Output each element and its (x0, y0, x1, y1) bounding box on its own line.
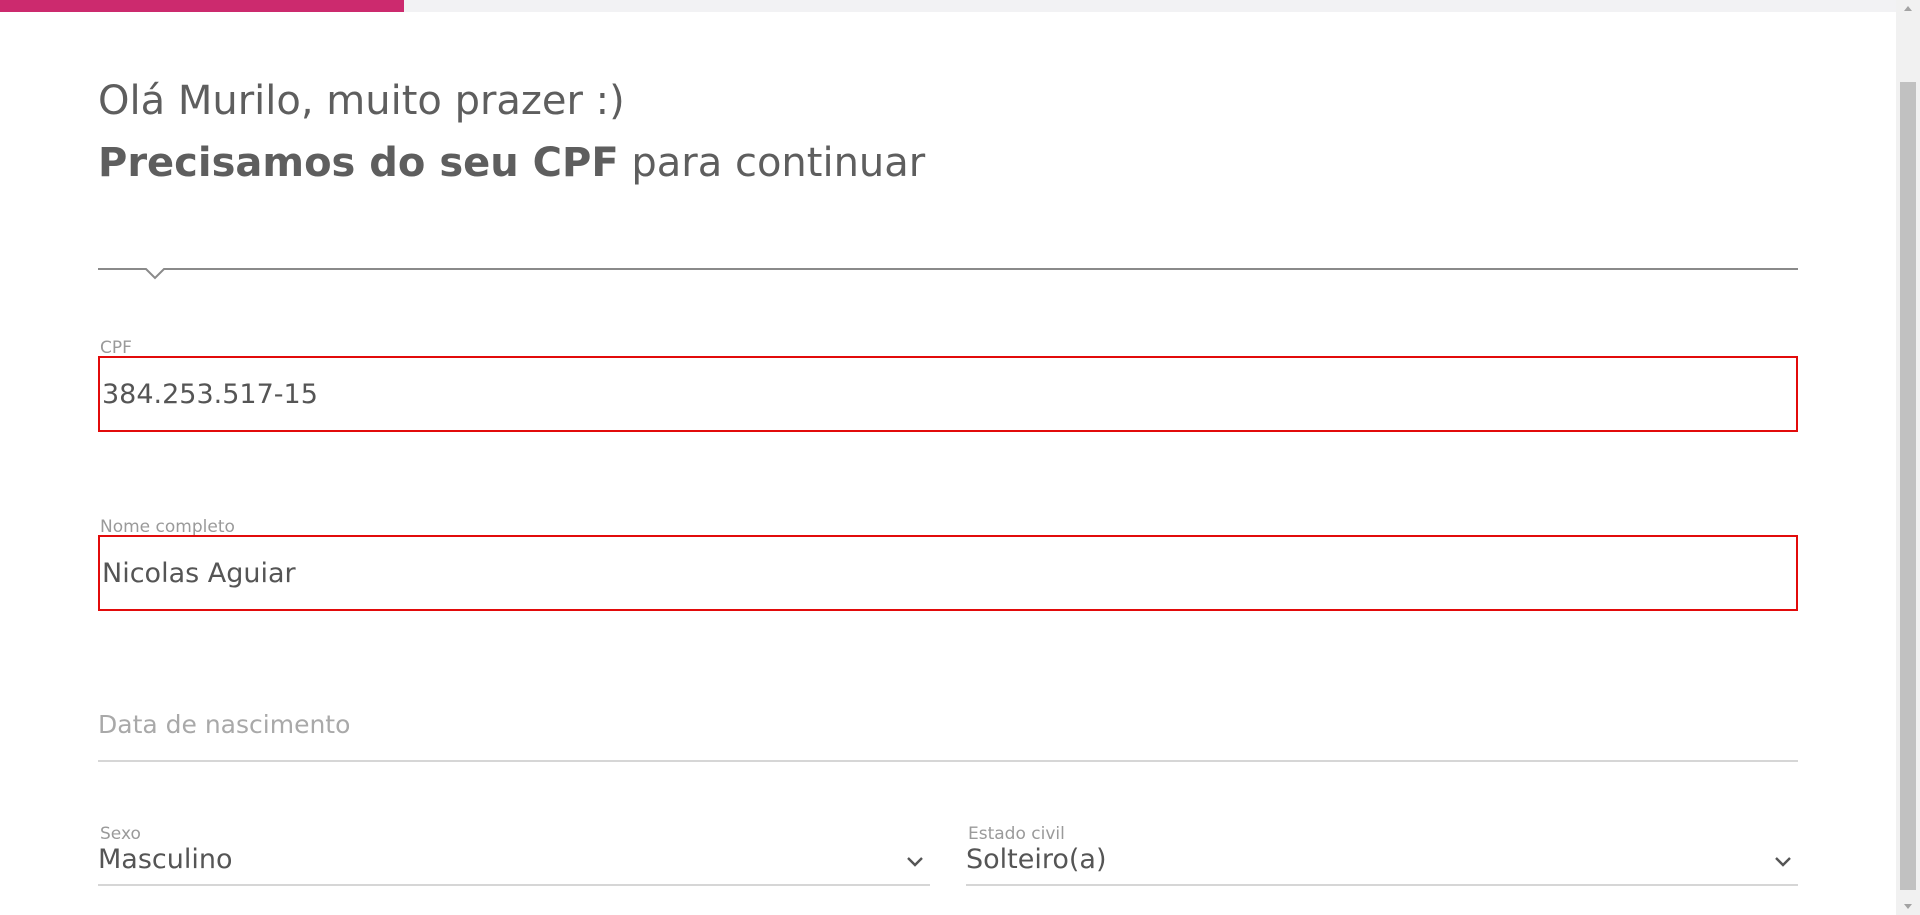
greeting-title: Olá Murilo, muito prazer :) (98, 78, 625, 124)
marital-status-select[interactable]: Estado civil Solteiro(a) (966, 824, 1798, 886)
full-name-input[interactable]: Nicolas Aguiar (98, 535, 1798, 611)
marital-status-underline (966, 884, 1798, 886)
headline: Precisamos do seu CPF para continuar (98, 132, 1798, 194)
vertical-scrollbar[interactable] (1896, 0, 1920, 915)
scrollbar-thumb[interactable] (1900, 82, 1916, 890)
birth-date-placeholder: Data de nascimento (98, 710, 351, 739)
cpf-input[interactable]: 384.253.517-15 (98, 356, 1798, 432)
sex-label: Sexo (100, 824, 141, 844)
headline-bold: Precisamos do seu CPF (98, 140, 619, 186)
cpf-value: 384.253.517-15 (102, 378, 318, 410)
page: Olá Murilo, muito prazer :) Precisamos d… (0, 0, 1920, 915)
sex-select[interactable]: Sexo Masculino (98, 824, 930, 886)
triangle-up-icon[interactable] (1903, 4, 1913, 14)
progress-bar-fill (0, 0, 405, 12)
cpf-label: CPF (100, 338, 132, 358)
chevron-down-icon (907, 857, 923, 867)
marital-status-label: Estado civil (968, 824, 1065, 844)
step-divider (98, 268, 1798, 280)
triangle-down-icon[interactable] (1903, 901, 1913, 911)
chevron-down-icon (1775, 857, 1791, 867)
progress-track (0, 0, 1896, 12)
full-name-value: Nicolas Aguiar (102, 557, 296, 589)
form-content: Olá Murilo, muito prazer :) Precisamos d… (98, 70, 1798, 886)
sex-value: Masculino (98, 844, 233, 875)
birth-date-underline (98, 760, 1798, 762)
headline-rest: para continuar (618, 140, 926, 186)
marital-status-value: Solteiro(a) (966, 844, 1107, 875)
birth-date-input[interactable]: Data de nascimento (98, 710, 1798, 774)
full-name-label: Nome completo (100, 517, 235, 537)
sex-underline (98, 884, 930, 886)
